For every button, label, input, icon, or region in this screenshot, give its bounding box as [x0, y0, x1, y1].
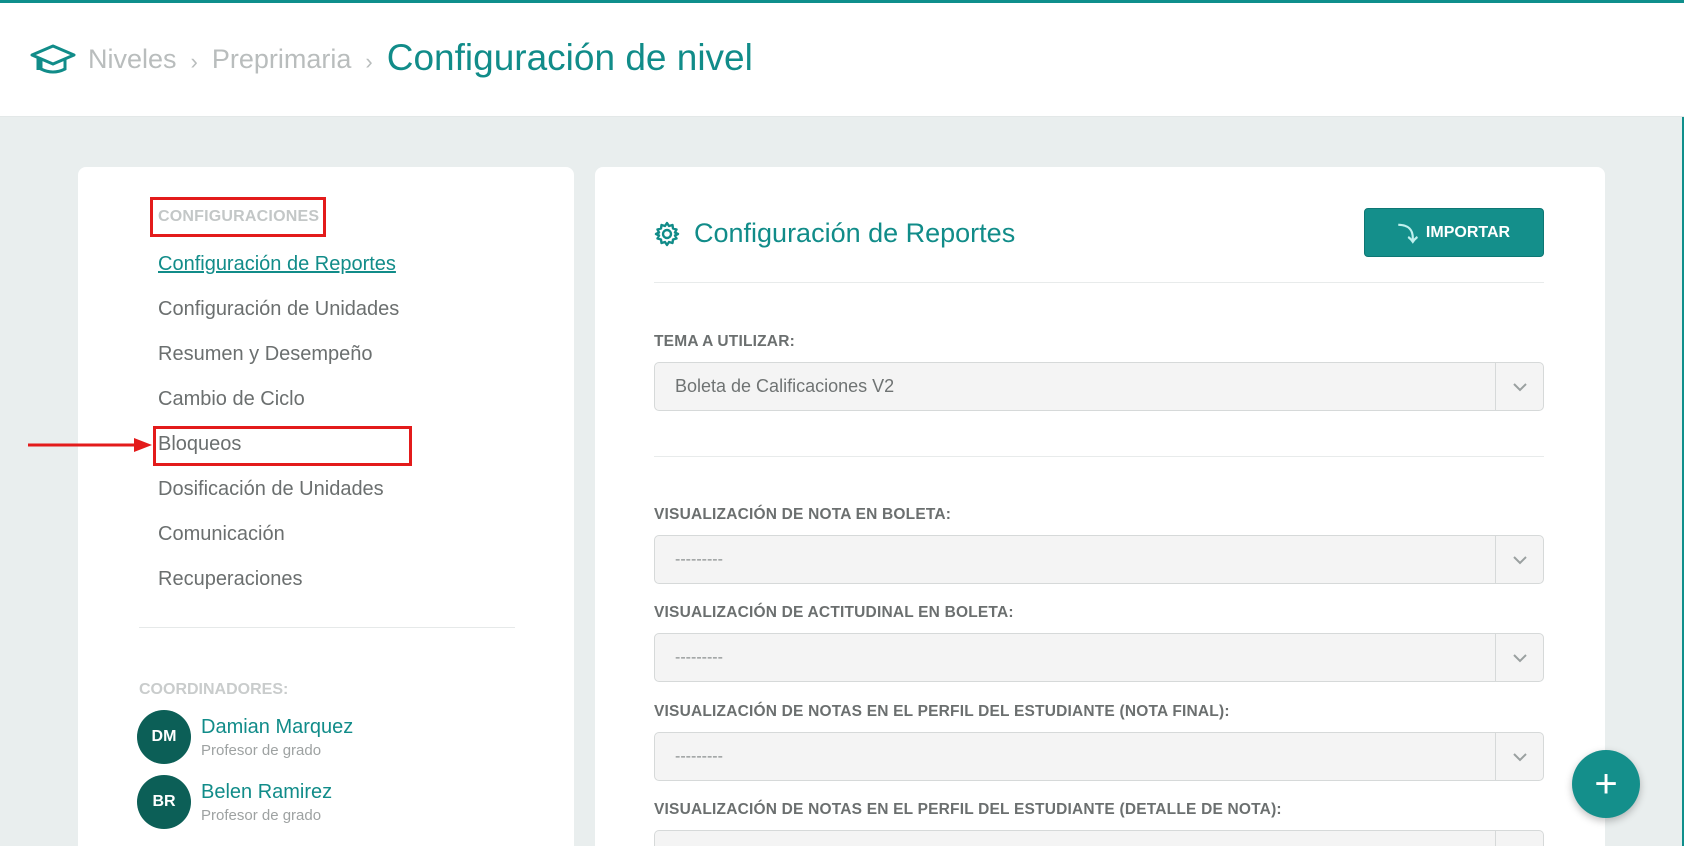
select-value: Boleta de Calificaciones V2 [675, 376, 895, 396]
select-value: --------- [675, 648, 723, 666]
chevron-down-icon[interactable] [1495, 831, 1543, 846]
sidebar-divider [139, 627, 515, 628]
gear-icon [654, 221, 680, 246]
select-value: --------- [675, 550, 723, 568]
annotation-arrow-icon [28, 438, 152, 452]
select-value: --------- [675, 747, 723, 765]
field-label-nota-boleta: VISUALIZACIÓN DE NOTA EN BOLETA: [654, 506, 952, 523]
sidebar-item-resumen-desempeno[interactable]: Resumen y Desempeño [158, 343, 373, 366]
section-divider [654, 456, 1544, 457]
avatar: DM [137, 710, 191, 764]
graduation-cap-icon [30, 44, 76, 73]
field-label-nota-final: VISUALIZACIÓN DE NOTAS EN EL PERFIL DEL … [654, 703, 1230, 720]
chevron-down-icon[interactable] [1495, 536, 1543, 583]
section-divider [654, 282, 1544, 283]
breadcrumb-preprimaria[interactable]: Preprimaria [212, 44, 352, 75]
section-title: Configuración de Reportes [654, 218, 1015, 249]
nota-final-select[interactable]: --------- [654, 732, 1544, 781]
detalle-nota-select[interactable] [654, 830, 1544, 846]
add-button[interactable]: + [1572, 750, 1640, 818]
breadcrumb-niveles[interactable]: Niveles [88, 44, 177, 75]
field-label-detalle-nota: VISUALIZACIÓN DE NOTAS EN EL PERFIL DEL … [654, 801, 1282, 818]
chevron-down-icon[interactable] [1495, 634, 1543, 681]
annotation-box-bloqueos [153, 426, 412, 466]
sidebar-item-comunicacion[interactable]: Comunicación [158, 523, 285, 546]
import-button[interactable]: ⤵ IMPORTAR [1364, 208, 1544, 257]
field-label-actitudinal: VISUALIZACIÓN DE ACTITUDINAL EN BOLETA: [654, 604, 1014, 621]
section-title-text: Configuración de Reportes [694, 218, 1016, 248]
page-header: Niveles › Preprimaria › Configuración de… [0, 3, 1684, 117]
coordinator-item: DM Damian Marquez Profesor de grado [137, 710, 353, 764]
chevron-down-icon[interactable] [1495, 733, 1543, 780]
annotation-box-configuraciones [150, 197, 326, 237]
sidebar-item-cambio-ciclo[interactable]: Cambio de Ciclo [158, 388, 305, 411]
coordinator-item: BR Belen Ramirez Profesor de grado [137, 775, 332, 829]
nota-boleta-select[interactable]: --------- [654, 535, 1544, 584]
breadcrumb-separator: › [365, 48, 373, 74]
coordinator-role: Profesor de grado [201, 741, 322, 759]
coordinator-role: Profesor de grado [201, 806, 322, 824]
avatar: BR [137, 775, 191, 829]
tema-select[interactable]: Boleta de Calificaciones V2 [654, 362, 1544, 411]
import-icon: ⤵ [1397, 224, 1418, 246]
sidebar-item-dosificacion-unidades[interactable]: Dosificación de Unidades [158, 478, 384, 501]
coordinator-name[interactable]: Damian Marquez [201, 716, 353, 739]
import-button-label: IMPORTAR [1425, 223, 1511, 241]
page-title: Configuración de nivel [386, 36, 753, 78]
coordinators-heading: COORDINADORES: [139, 681, 289, 698]
breadcrumb-separator: › [190, 48, 198, 74]
sidebar-item-configuracion-unidades[interactable]: Configuración de Unidades [158, 298, 399, 321]
field-label-tema: TEMA A UTILIZAR: [654, 333, 795, 350]
sidebar-item-configuracion-reportes[interactable]: Configuración de Reportes [158, 253, 396, 276]
plus-icon: + [1594, 761, 1618, 806]
coordinator-name[interactable]: Belen Ramirez [201, 781, 332, 804]
chevron-down-icon[interactable] [1495, 363, 1543, 410]
sidebar-item-recuperaciones[interactable]: Recuperaciones [158, 568, 303, 591]
actitudinal-select[interactable]: --------- [654, 633, 1544, 682]
